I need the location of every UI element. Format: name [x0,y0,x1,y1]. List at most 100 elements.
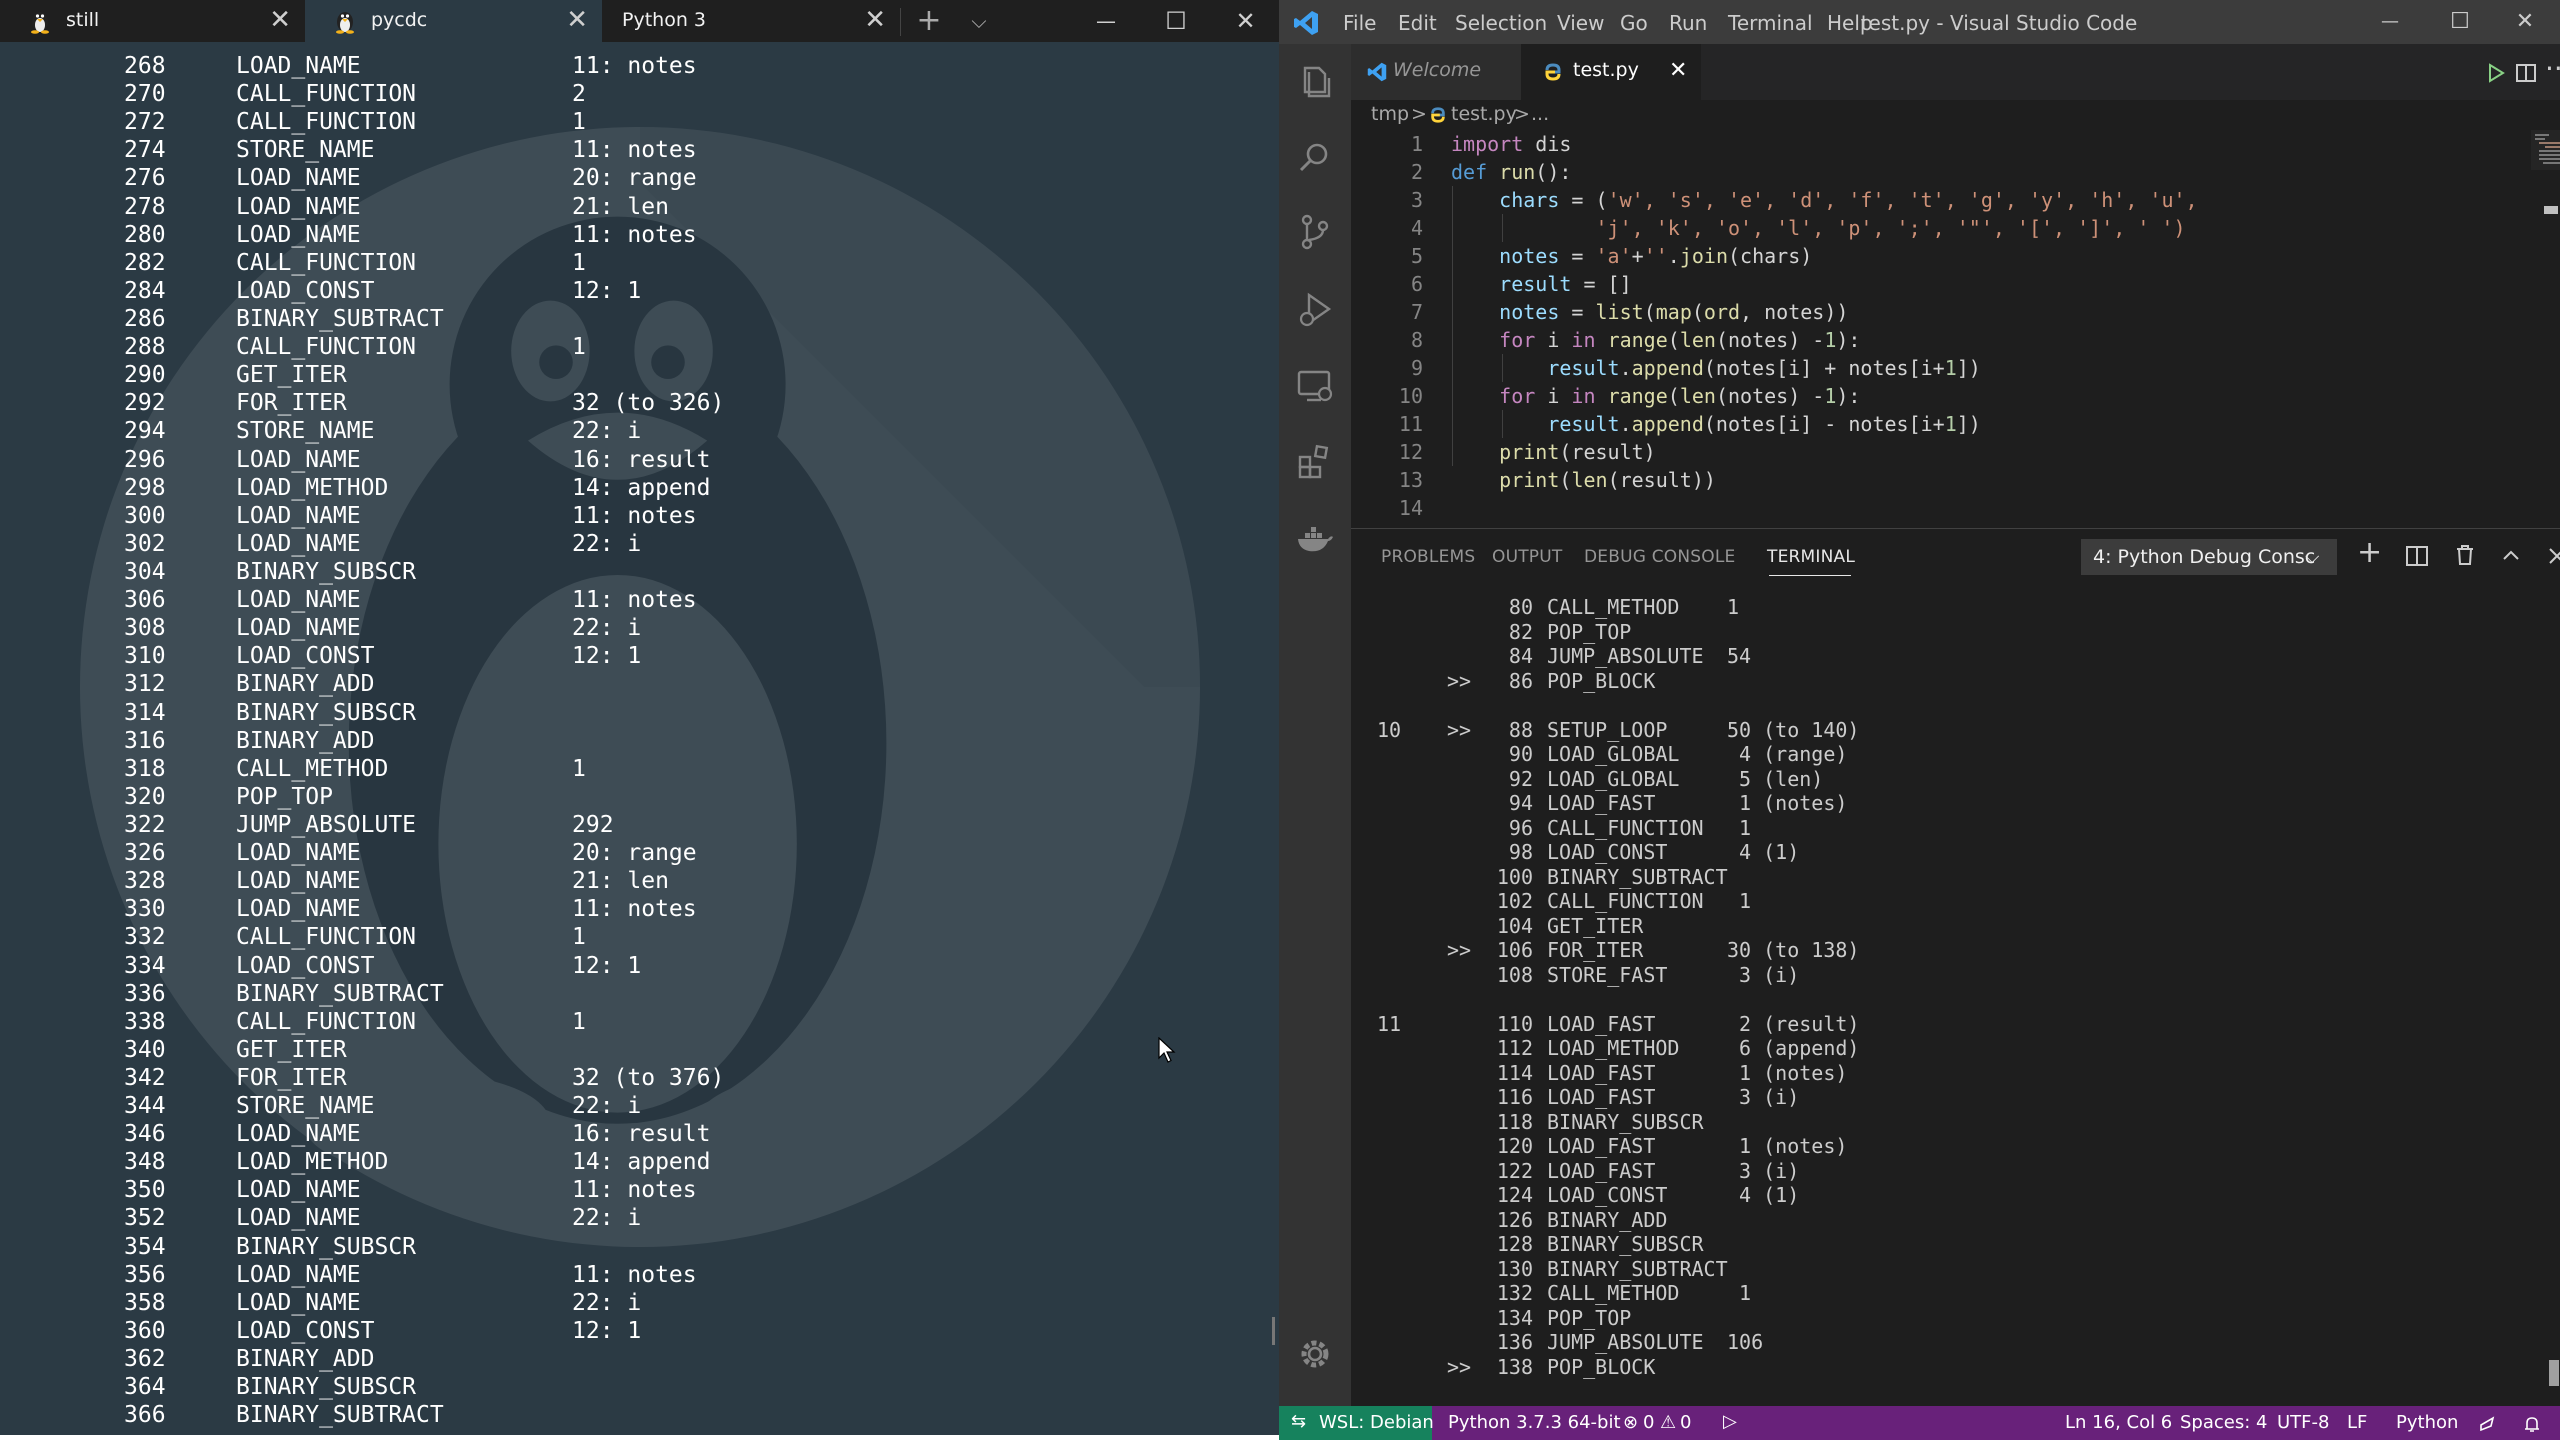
menu-run[interactable]: Run [1669,11,1707,35]
cursor-position[interactable]: Ln 16, Col 6 [2065,1412,2172,1433]
linux-penguin-icon [31,12,49,34]
terminal-content[interactable]: 268 LOAD_NAME 11: notes 270 CALL_FUNCTION 2 27… [0,42,1279,1440]
code-editor[interactable]: 1 2 3 4 5 6 7 8 9 10 11 12 13 14 import … [1351,130,2560,528]
tab-still[interactable]: still ✕ [0,0,305,42]
opcode: LOAD_NAME [236,502,361,529]
tab-welcome[interactable]: Welcome [1351,44,1521,100]
close-tab-icon[interactable]: ✕ [269,5,291,35]
bytecode-offset: 268 [124,53,166,79]
bytecode-offset: 138 [1496,1354,1533,1379]
breadcrumb-folder[interactable]: tmp [1371,103,1409,125]
split-terminal-icon[interactable] [2405,544,2429,568]
line-number: 14 [1398,496,1423,520]
extensions-icon[interactable] [1295,442,1335,482]
code-line: def run(): [1451,160,1572,184]
run-python-file-icon[interactable] [2485,62,2507,84]
opcode: LOAD_GLOBAL [1547,766,1680,791]
integrated-terminal[interactable]: 80 CALL_METHOD 1 82 POP_TOP 84 JUMP_ABSOLUTE 54… [1351,591,2560,1407]
warning-count[interactable]: 0 [1680,1412,1691,1433]
tab-debug-console[interactable]: DEBUG CONSOLE [1584,547,1735,567]
new-terminal-button[interactable]: + [2357,535,2382,570]
close-tab-icon[interactable]: ✕ [864,5,886,35]
terminal-scrollbar[interactable] [2549,1360,2559,1386]
close-window-button[interactable]: ✕ [1212,0,1279,42]
terminal-scrollbar[interactable] [1272,1317,1275,1345]
indentation[interactable]: Spaces: 4 [2180,1412,2267,1433]
tab-terminal[interactable]: TERMINAL [1767,547,1855,567]
bytecode-offset: 106 [1496,938,1533,962]
remote-explorer-icon[interactable] [1295,366,1335,406]
split-editor-icon[interactable] [2515,62,2537,84]
opcode: LOAD_CONST [236,1317,375,1344]
docker-icon[interactable] [1295,519,1335,559]
line-number: 9 [1410,356,1423,380]
maximize-panel-icon[interactable] [2499,544,2523,568]
source-control-icon[interactable] [1295,212,1335,252]
menu-view[interactable]: View [1557,11,1604,35]
window-bottom-edge [0,1435,1279,1440]
breadcrumb-file[interactable]: test.py [1451,103,1517,125]
language-mode[interactable]: Python [2396,1412,2458,1433]
minimize-button[interactable]: — [1072,0,1140,42]
breadcrumb-symbol[interactable]: ... [1531,103,1549,125]
opcode: BINARY_SUBSCR [236,1233,417,1260]
minimap[interactable] [2531,130,2560,170]
trash-icon[interactable] [2453,543,2477,567]
remote-indicator[interactable]: ⇆ WSL: Debian [1279,1406,1434,1440]
bytecode-offset: 270 [124,81,166,108]
maximize-button[interactable]: ☐ [1142,0,1210,42]
end-of-line[interactable]: LF [2347,1412,2367,1433]
opcode-argument: 50 (to 140) [1727,717,1860,742]
menu-terminal[interactable]: Terminal [1728,11,1813,35]
close-tab-icon[interactable]: ✕ [566,5,588,35]
run-icon[interactable]: ▷ [1723,1411,1737,1432]
tab-pycdc[interactable]: pycdc ✕ [305,0,602,42]
tab-output[interactable]: OUTPUT [1492,547,1563,567]
terminal-select-dropdown[interactable]: 4: Python Debug Consc ⌵ [2081,539,2337,575]
opcode: BINARY_SUBTRACT [1547,864,1728,889]
close-panel-icon[interactable] [2545,544,2560,568]
bytecode-offset: 102 [1496,889,1533,913]
tab-dropdown-button[interactable]: ⌵ [962,0,996,42]
minimize-button[interactable]: — [2355,0,2425,44]
settings-gear-icon[interactable] [1295,1334,1335,1374]
bytecode-offset: 92 [1508,766,1533,791]
editor-scrollbar[interactable] [2544,206,2558,214]
menu-go[interactable]: Go [1620,11,1648,35]
opcode: CALL_FUNCTION [236,1008,417,1035]
explorer-icon[interactable] [1295,62,1335,102]
opcode: LOAD_NAME [236,530,361,557]
more-actions-icon[interactable]: ··· [2545,52,2560,85]
opcode-argument: 5 (len) [1727,766,1824,791]
python-interpreter[interactable]: Python 3.7.3 64-bit [1448,1412,1621,1433]
opcode: JUMP_ABSOLUTE [1547,644,1704,668]
opcode: LOAD_NAME [236,1121,361,1148]
opcode: LOAD_GLOBAL [1547,742,1680,766]
linux-penguin-icon [336,12,354,34]
tab-test-py[interactable]: test.py ✕ [1521,44,1701,100]
search-icon[interactable] [1295,138,1335,178]
tab-problems[interactable]: PROBLEMS [1381,547,1475,567]
feedback-icon[interactable] [2477,1414,2497,1434]
tab-python-3[interactable]: Python 3 ✕ [602,0,900,42]
source-line-number [1377,1232,1427,1256]
close-window-button[interactable]: ✕ [2490,0,2560,44]
source-line-number [1377,1281,1427,1305]
menu-edit[interactable]: Edit [1398,11,1437,35]
opcode-argument: 12: 1 [572,1317,642,1344]
python-file-icon [1431,107,1445,123]
maximize-button[interactable]: ☐ [2425,0,2495,44]
bytecode-offset: 352 [124,1205,166,1232]
close-tab-icon[interactable]: ✕ [1669,58,1687,83]
opcode: JUMP_ABSOLUTE [1547,1330,1704,1354]
menu-selection[interactable]: Selection [1455,11,1547,35]
encoding[interactable]: UTF-8 [2277,1412,2329,1433]
source-line-number [1377,1379,1427,1403]
bell-icon[interactable] [2522,1414,2542,1434]
bytecode-offset: 88 [1508,717,1533,742]
menu-file[interactable]: File [1343,11,1376,35]
bytecode-offset: 328 [124,868,166,895]
error-count[interactable]: 0 [1643,1412,1654,1433]
run-debug-icon[interactable] [1295,289,1335,329]
new-tab-button[interactable]: + [912,0,946,42]
